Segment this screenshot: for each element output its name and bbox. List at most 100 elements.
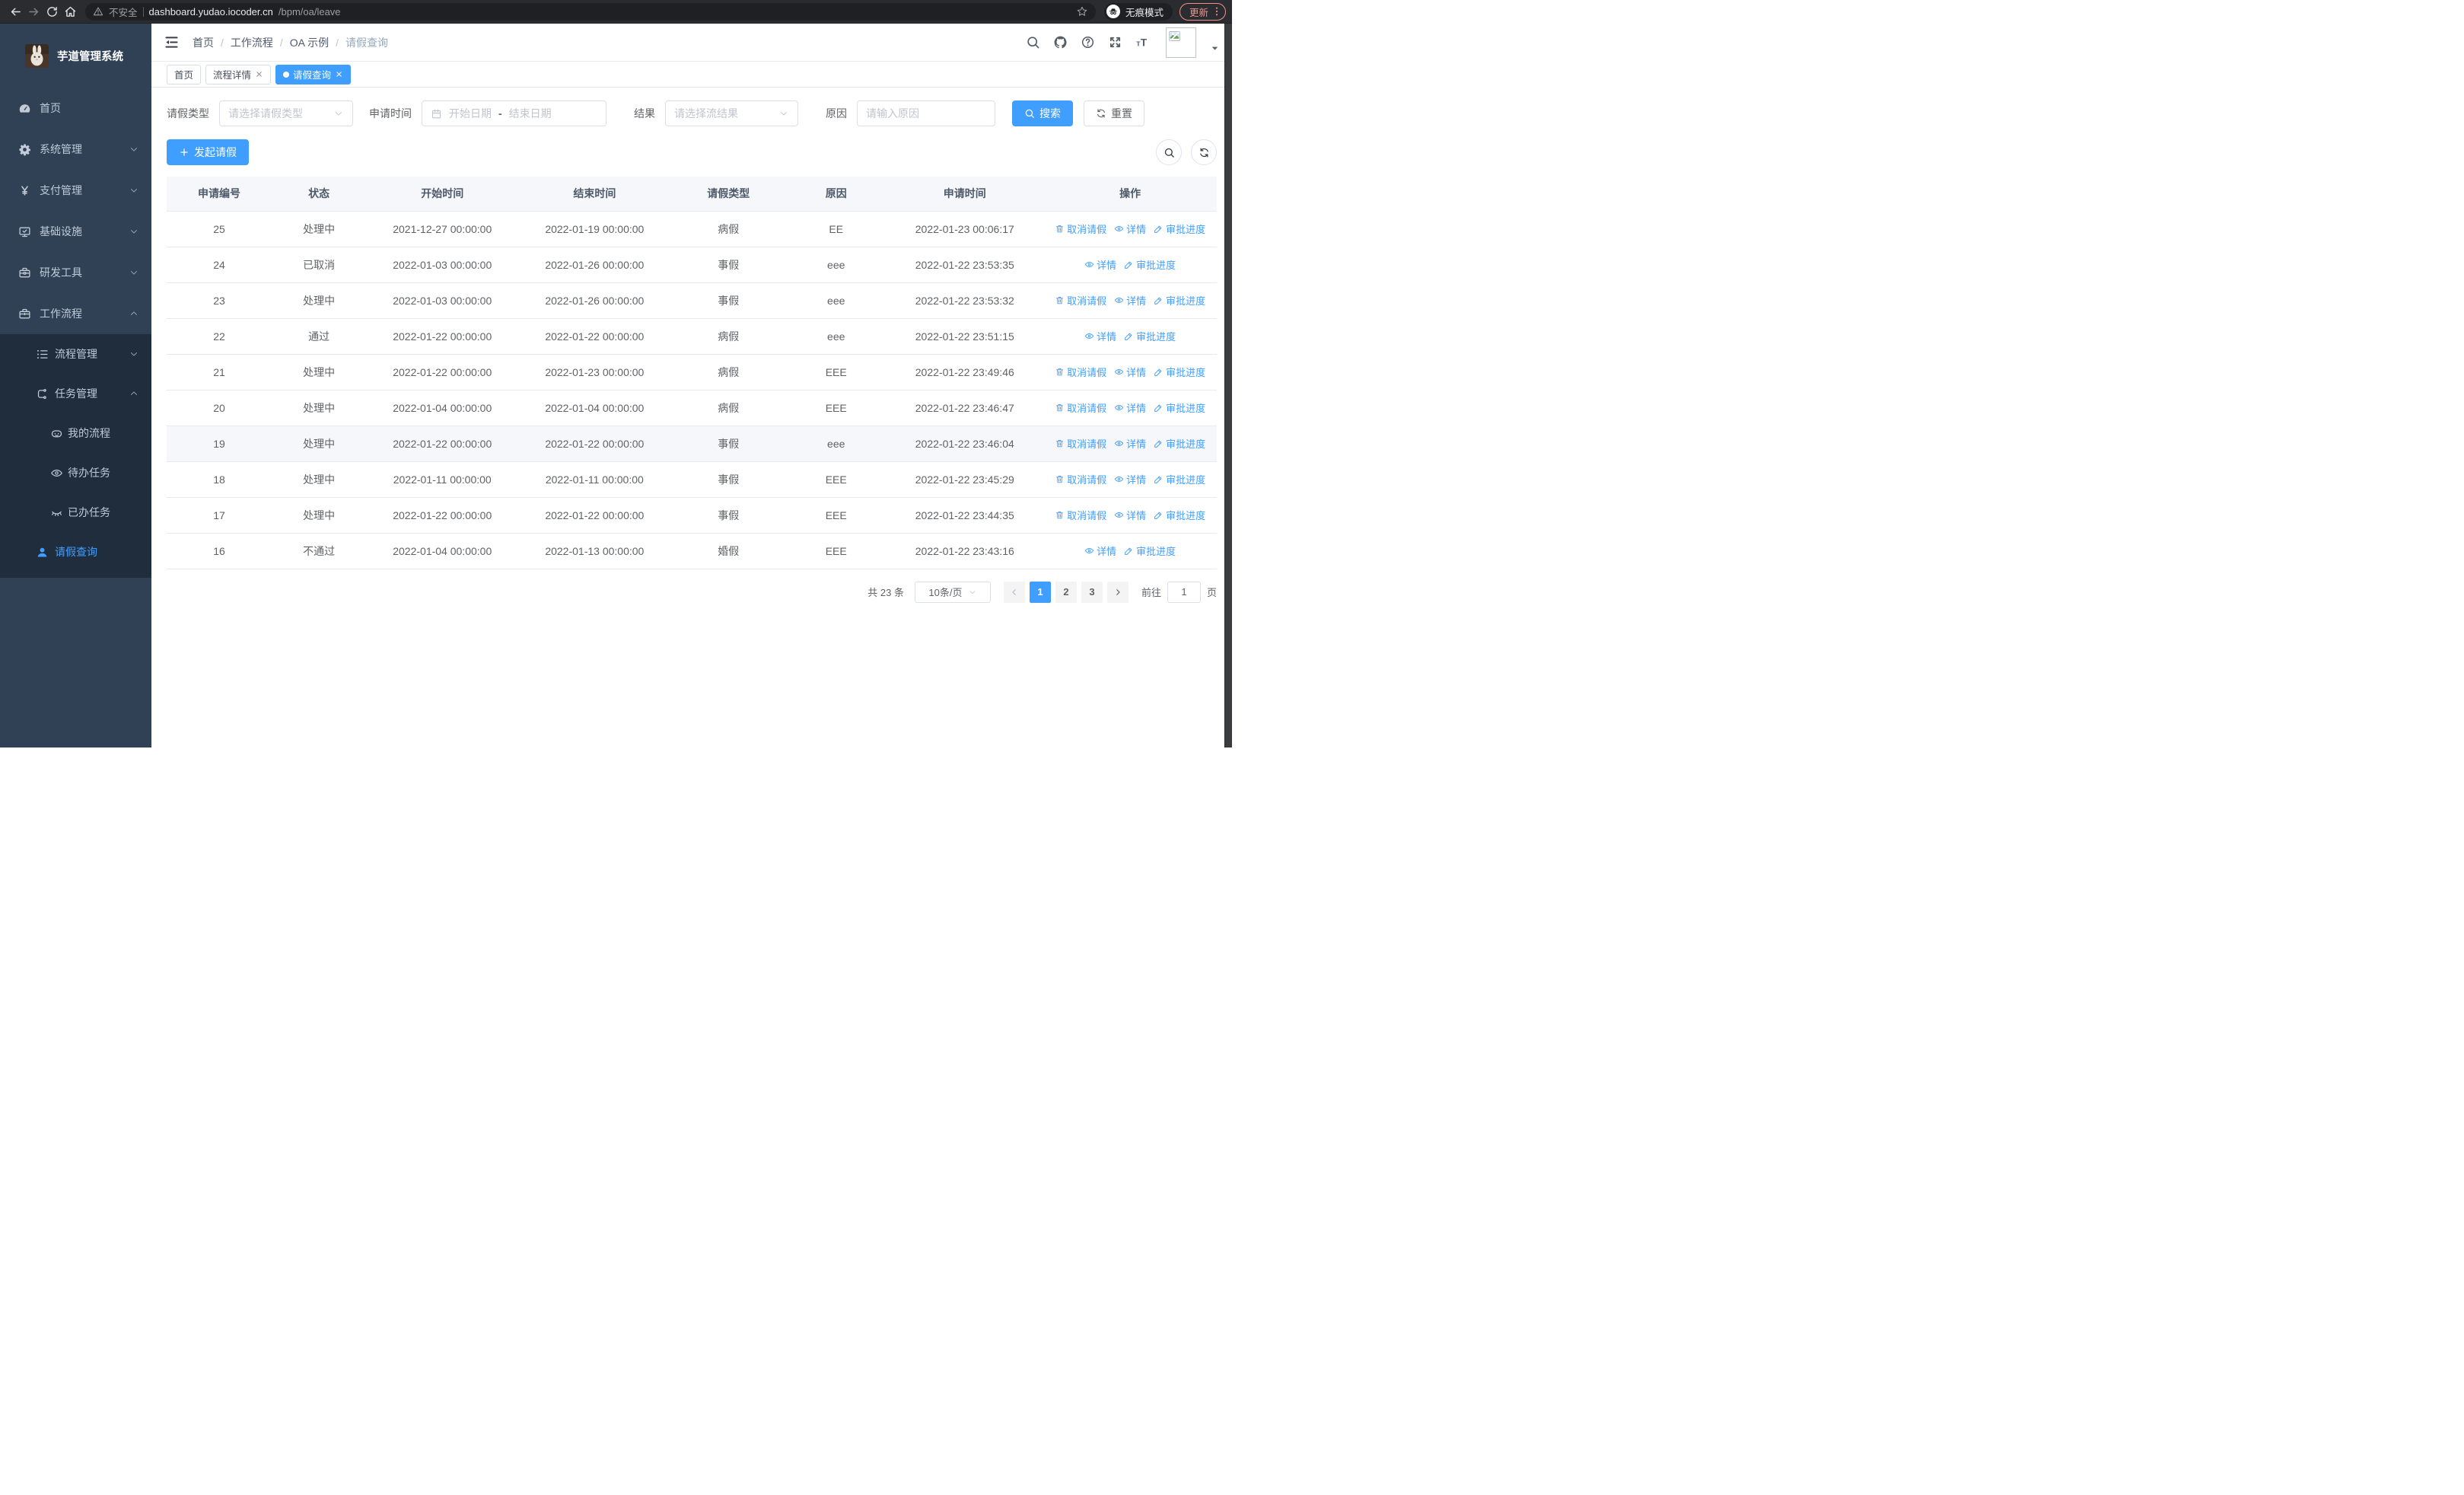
cancel-action-link[interactable]: 取消请假 [1055, 222, 1106, 236]
cancel-action-link[interactable]: 取消请假 [1055, 436, 1106, 451]
prev-page-button[interactable] [1003, 581, 1025, 603]
fullscreen-icon[interactable] [1108, 35, 1122, 49]
detail-action-link[interactable]: 详情 [1114, 472, 1146, 486]
progress-action-link[interactable]: 审批进度 [1154, 365, 1205, 379]
user-avatar[interactable] [1166, 27, 1196, 58]
avatar-caret-icon[interactable] [1210, 43, 1220, 53]
cell-id: 22 [213, 330, 225, 343]
progress-action-link[interactable]: 审批进度 [1154, 436, 1205, 451]
cell-status: 处理中 [303, 365, 336, 378]
progress-action-link[interactable]: 审批进度 [1124, 329, 1176, 343]
table-row: 16 不通过 2022-01-04 00:00:00 2022-01-13 00:00… [167, 533, 1217, 569]
goto-page-input[interactable] [1167, 581, 1201, 603]
browser-reload-icon[interactable] [46, 5, 59, 18]
progress-action-link[interactable]: 审批进度 [1124, 543, 1176, 558]
github-icon[interactable] [1053, 35, 1068, 49]
close-icon[interactable] [335, 70, 343, 78]
apply-time-range-picker[interactable]: 开始日期 - 结束日期 [422, 100, 606, 126]
cancel-action-link[interactable]: 取消请假 [1055, 508, 1106, 522]
tag-流程详情[interactable]: 流程详情 [205, 64, 272, 84]
browser-forward-icon[interactable] [27, 5, 40, 18]
toggle-search-button[interactable] [1156, 139, 1182, 165]
detail-action-link[interactable]: 详情 [1114, 436, 1146, 451]
progress-action-link[interactable]: 审批进度 [1124, 257, 1176, 272]
reset-button[interactable]: 重置 [1084, 100, 1144, 126]
tag-请假查询[interactable]: 请假查询 [275, 64, 352, 84]
leave-type-select[interactable]: 请选择请假类型 [219, 100, 353, 126]
sidebar-item-home[interactable]: 首页 [0, 88, 151, 129]
create-leave-button[interactable]: 发起请假 [167, 139, 249, 165]
reason-input[interactable] [857, 100, 995, 126]
sidebar-item-done-tasks[interactable]: 已办任务 [0, 492, 151, 532]
page-button-3[interactable]: 3 [1081, 581, 1103, 603]
security-warning-icon[interactable] [93, 6, 103, 17]
tag-首页[interactable]: 首页 [167, 64, 202, 84]
detail-action-link[interactable]: 详情 [1114, 400, 1146, 415]
detail-action-link[interactable]: 详情 [1084, 543, 1116, 558]
cell-reason: EE [829, 222, 844, 235]
browser-menu-icon[interactable] [1211, 5, 1223, 18]
cell-end-time: 2022-01-22 00:00:00 [545, 508, 645, 521]
progress-action-link[interactable]: 审批进度 [1154, 293, 1205, 308]
cell-id: 17 [213, 508, 225, 521]
detail-action-link[interactable]: 详情 [1084, 257, 1116, 272]
search-icon[interactable] [1026, 35, 1040, 49]
page-scrollbar[interactable] [1224, 24, 1232, 748]
edit-icon [1154, 438, 1164, 448]
progress-action-link[interactable]: 审批进度 [1154, 508, 1205, 522]
sidebar-item-leave-query[interactable]: 请假查询 [0, 532, 151, 572]
progress-action-link[interactable]: 审批进度 [1154, 400, 1205, 415]
next-page-button[interactable] [1106, 581, 1129, 603]
detail-action-link[interactable]: 详情 [1084, 329, 1116, 343]
sidebar-item-infrastructure[interactable]: 基础设施 [0, 211, 151, 252]
column-header: 申请编号 [167, 177, 272, 211]
cancel-action-link[interactable]: 取消请假 [1055, 472, 1106, 486]
progress-action-link[interactable]: 审批进度 [1154, 472, 1205, 486]
result-select[interactable]: 请选择流结果 [665, 100, 798, 126]
sidebar-item-payment[interactable]: 支付管理 [0, 170, 151, 211]
close-icon[interactable] [255, 70, 263, 78]
sidebar-item-todo-tasks[interactable]: 待办任务 [0, 453, 151, 492]
detail-action-link[interactable]: 详情 [1114, 293, 1146, 308]
sidebar-item-process-mgmt[interactable]: 流程管理 [0, 334, 151, 374]
breadcrumb-item[interactable]: OA 示例 [290, 35, 329, 50]
sidebar-item-my-process[interactable]: 我的流程 [0, 413, 151, 453]
cancel-action-link[interactable]: 取消请假 [1055, 293, 1106, 308]
browser-home-icon[interactable] [64, 5, 77, 18]
breadcrumb-separator: / [279, 36, 283, 49]
goto-unit: 页 [1206, 587, 1217, 598]
sidebar-item-system[interactable]: 系统管理 [0, 129, 151, 170]
tag-label: 流程详情 [213, 70, 252, 81]
cell-apply-time: 2022-01-22 23:46:04 [915, 437, 1014, 450]
search-button[interactable]: 搜索 [1012, 100, 1073, 126]
font-size-icon[interactable]: TT [1135, 35, 1150, 49]
detail-action-link[interactable]: 详情 [1114, 508, 1146, 522]
cancel-action-link[interactable]: 取消请假 [1055, 365, 1106, 379]
cell-status: 通过 [308, 330, 330, 343]
progress-action-link[interactable]: 审批进度 [1154, 222, 1205, 236]
browser-back-icon[interactable] [9, 5, 22, 18]
detail-action-link[interactable]: 详情 [1114, 222, 1146, 236]
cell-status: 不通过 [303, 544, 336, 557]
page-button-1[interactable]: 1 [1029, 581, 1051, 603]
detail-action-link[interactable]: 详情 [1114, 365, 1146, 379]
help-icon[interactable] [1081, 35, 1095, 49]
app-logo[interactable]: 芋道管理系统 [0, 24, 151, 88]
bookmark-star-icon[interactable] [1076, 5, 1088, 18]
sidebar-item-workflow[interactable]: 工作流程 [0, 293, 151, 334]
sidebar-item-task-mgmt[interactable]: 任务管理 [0, 374, 151, 413]
url-path: /bpm/oa/leave [278, 5, 341, 18]
update-button[interactable]: 更新 [1179, 2, 1226, 21]
breadcrumb-item[interactable]: 工作流程 [231, 35, 273, 50]
breadcrumb-item[interactable]: 首页 [193, 35, 214, 50]
refresh-table-button[interactable] [1191, 139, 1217, 165]
page-size-select[interactable]: 10条/页 [914, 581, 991, 603]
sidebar-item-label: 待办任务 [68, 467, 110, 479]
edit-icon [1154, 367, 1164, 377]
sidebar-collapse-icon[interactable] [164, 34, 180, 50]
url-bar[interactable]: 不安全 dashboard.yudao.iocoder.cn/bpm/oa/le… [85, 2, 1096, 21]
cancel-action-link[interactable]: 取消请假 [1055, 400, 1106, 415]
sidebar-item-dev-tools[interactable]: 研发工具 [0, 252, 151, 293]
page-button-2[interactable]: 2 [1055, 581, 1077, 603]
update-label: 更新 [1189, 7, 1208, 18]
